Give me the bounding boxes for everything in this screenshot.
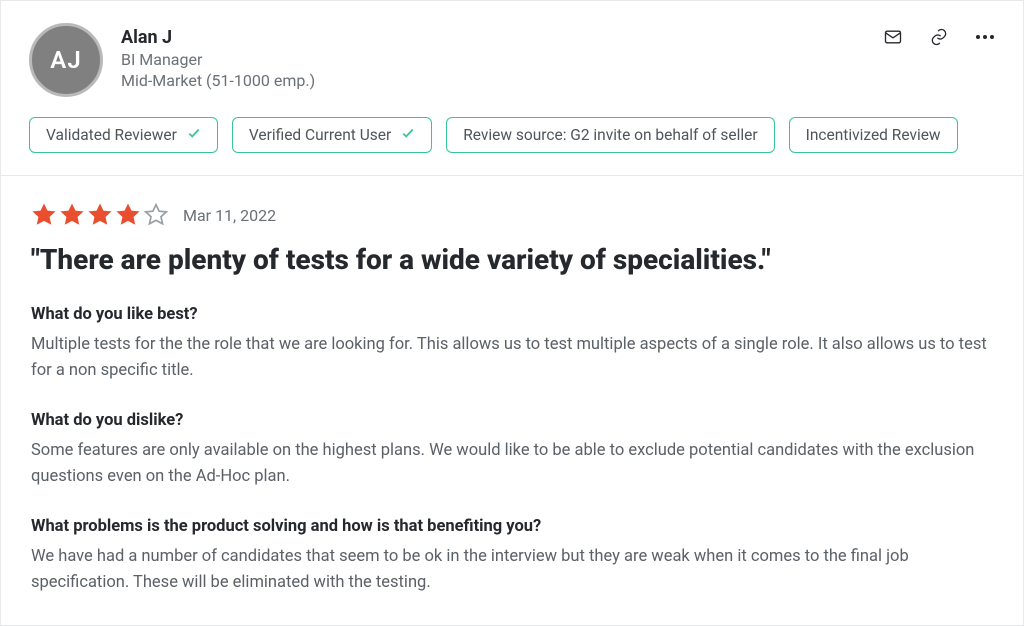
review-title: "There are plenty of tests for a wide va… — [31, 242, 993, 277]
answer-dislike: Some features are only available on the … — [31, 438, 993, 489]
star-full-icon — [59, 202, 85, 228]
badge-row: Validated Reviewer Verified Current User… — [1, 97, 1023, 176]
badge-label: Verified Current User — [249, 126, 391, 144]
badge-label: Validated Reviewer — [46, 126, 177, 144]
review-header: AJ Alan J BI Manager Mid-Market (51-1000… — [1, 1, 1023, 97]
avatar-initials: AJ — [50, 46, 81, 74]
review-body: Mar 11, 2022 "There are plenty of tests … — [1, 176, 1023, 625]
badge-label: Incentivized Review — [806, 126, 941, 144]
review-date: Mar 11, 2022 — [183, 206, 276, 225]
check-icon — [401, 126, 415, 144]
question-problems: What problems is the product solving and… — [31, 517, 993, 536]
star-empty-icon — [143, 202, 169, 228]
more-icon[interactable] — [975, 27, 995, 47]
badge-validated: Validated Reviewer — [29, 117, 218, 153]
badge-source: Review source: G2 invite on behalf of se… — [446, 117, 774, 153]
reviewer-role: BI Manager — [121, 50, 315, 69]
star-full-icon — [31, 202, 57, 228]
badge-incentivized: Incentivized Review — [789, 117, 958, 153]
question-like: What do you like best? — [31, 305, 993, 324]
review-card: AJ Alan J BI Manager Mid-Market (51-1000… — [0, 0, 1024, 626]
mail-icon[interactable] — [883, 27, 903, 47]
profile-block: AJ Alan J BI Manager Mid-Market (51-1000… — [29, 23, 315, 97]
check-icon — [187, 126, 201, 144]
badge-label: Review source: G2 invite on behalf of se… — [463, 126, 757, 144]
avatar: AJ — [29, 23, 103, 97]
rating-row: Mar 11, 2022 — [31, 202, 993, 228]
star-full-icon — [87, 202, 113, 228]
question-dislike: What do you dislike? — [31, 411, 993, 430]
reviewer-name: Alan J — [121, 27, 315, 48]
answer-problems: We have had a number of candidates that … — [31, 544, 993, 595]
action-bar — [883, 23, 995, 47]
badge-verified: Verified Current User — [232, 117, 432, 153]
star-rating — [31, 202, 169, 228]
profile-info: Alan J BI Manager Mid-Market (51-1000 em… — [121, 23, 315, 90]
star-full-icon — [115, 202, 141, 228]
answer-like: Multiple tests for the the role that we … — [31, 332, 993, 383]
link-icon[interactable] — [929, 27, 949, 47]
reviewer-market: Mid-Market (51-1000 emp.) — [121, 71, 315, 90]
